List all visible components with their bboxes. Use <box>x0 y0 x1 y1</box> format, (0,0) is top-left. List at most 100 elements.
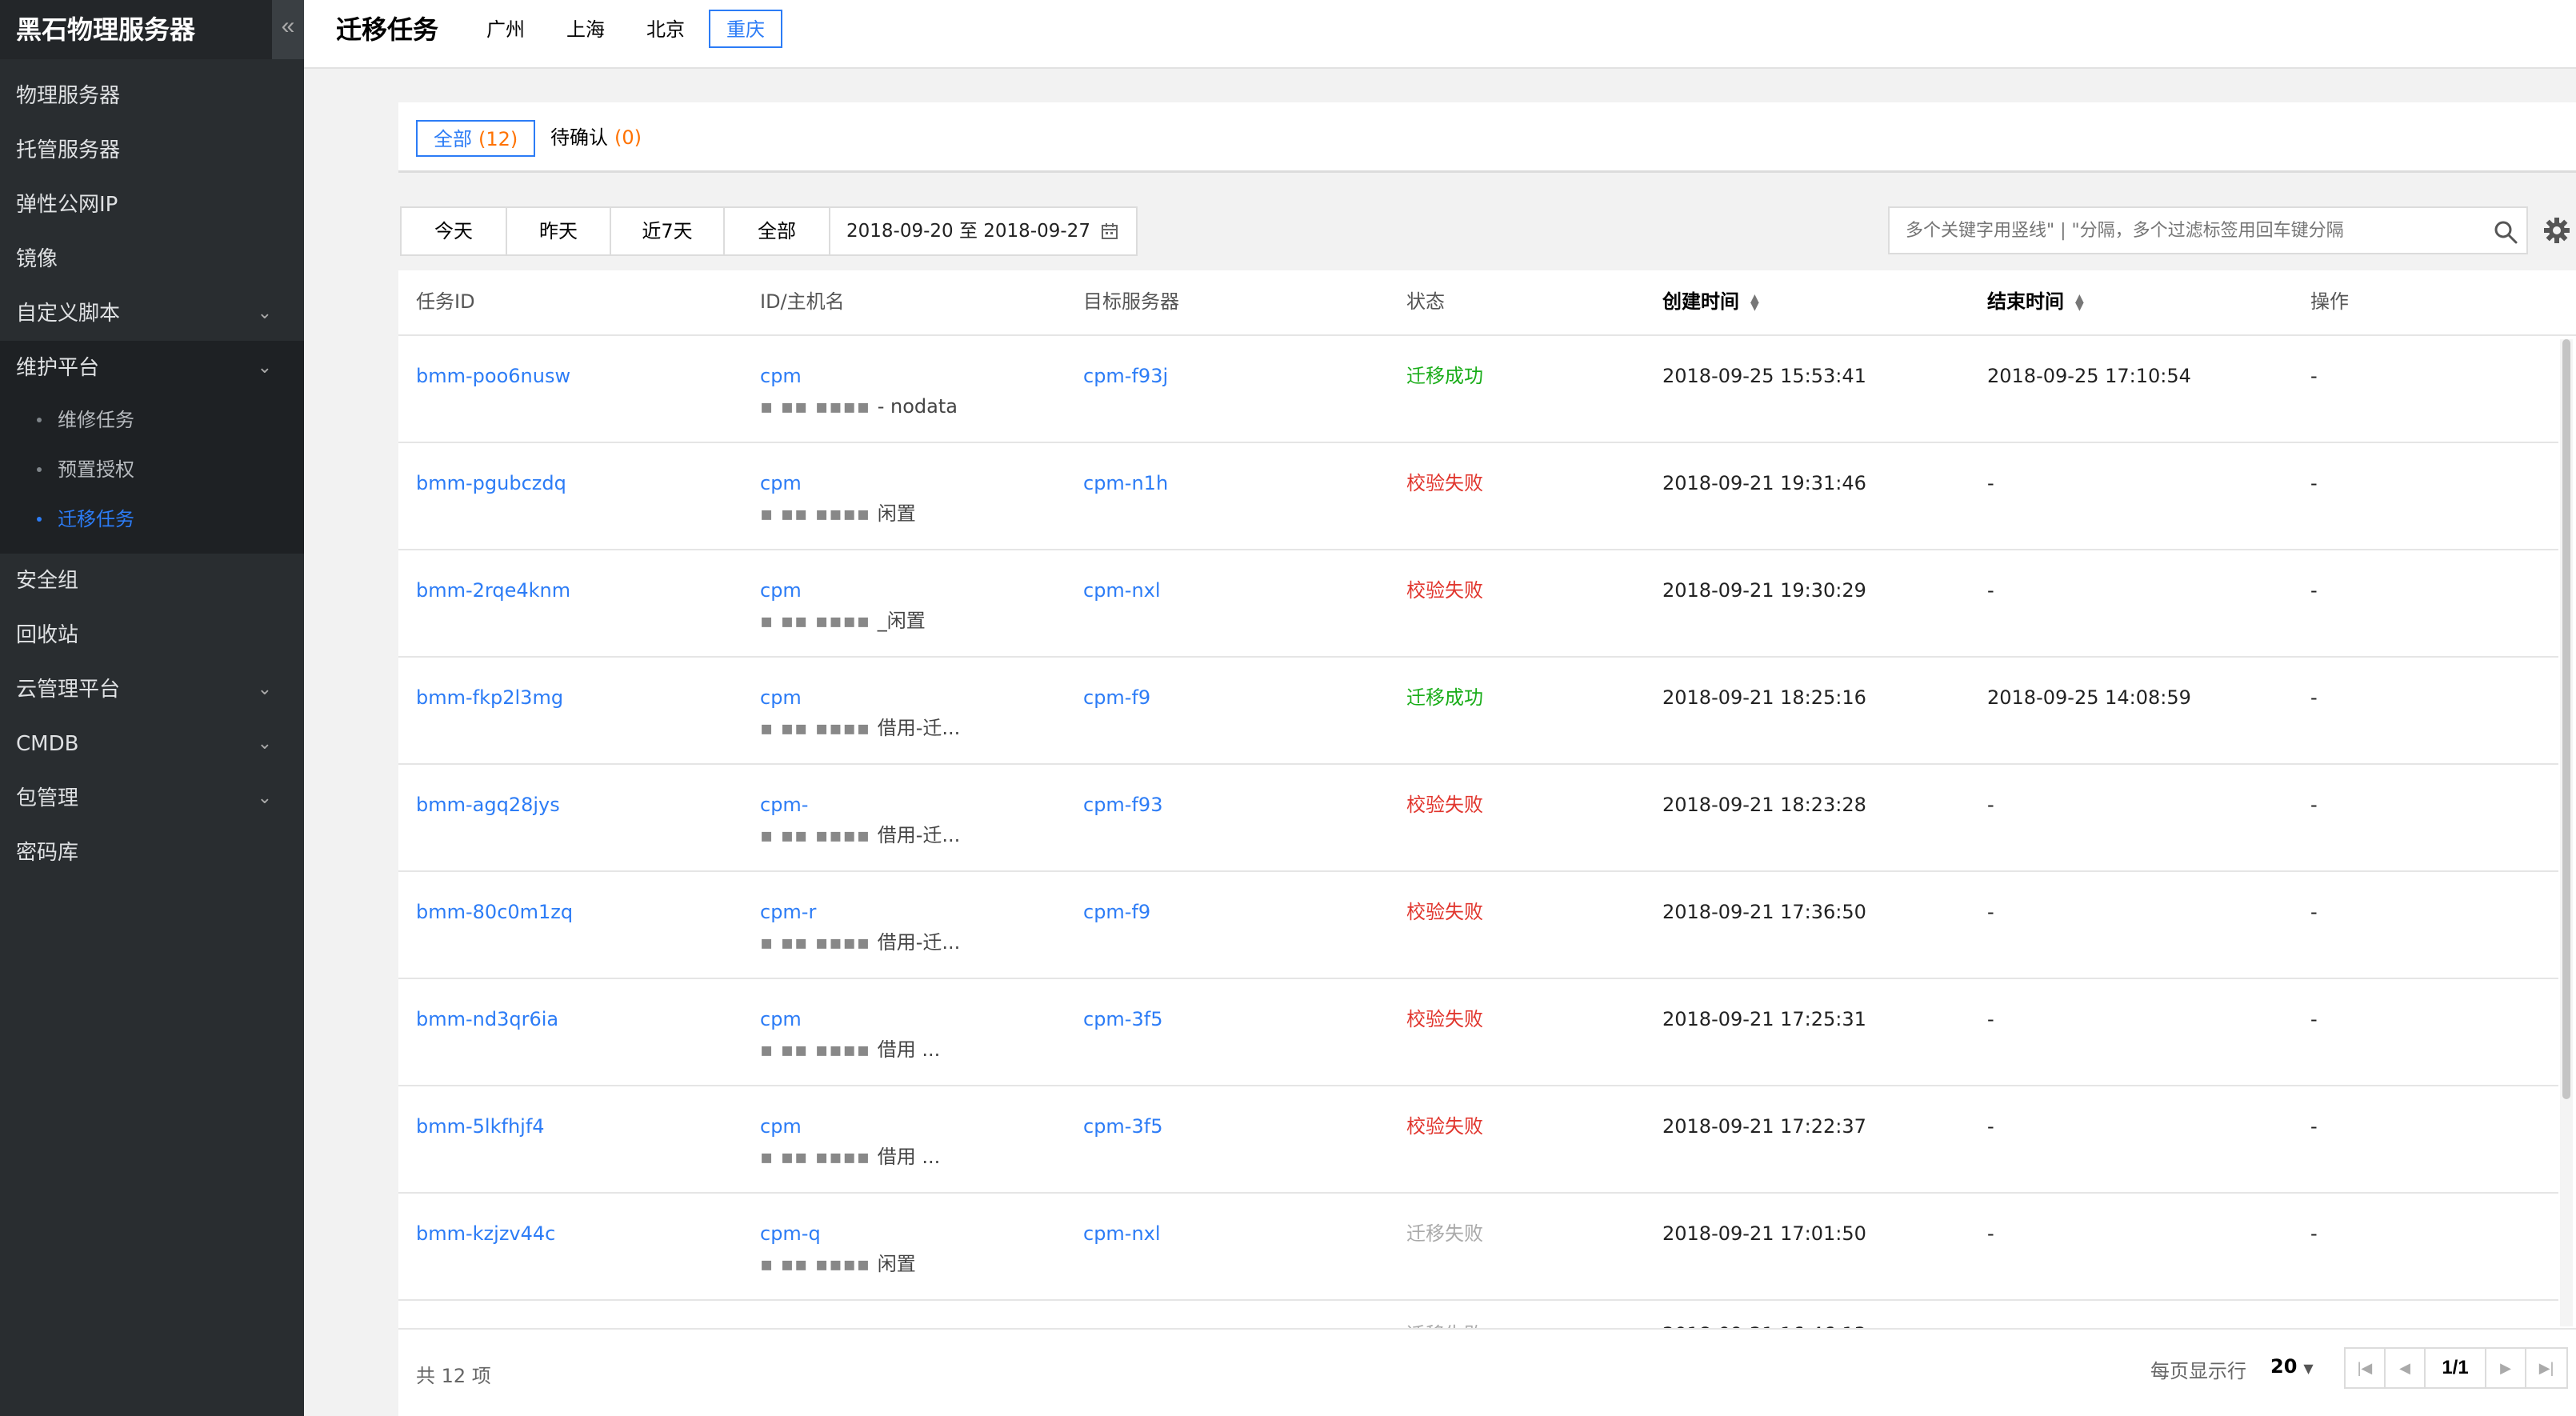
sidebar-item-elastic-ip[interactable]: 弹性公网IP <box>0 178 304 232</box>
hostname-text: 闲置 <box>760 501 916 526</box>
actions-cell: - <box>2310 1222 2318 1245</box>
sidebar-item-cmdb[interactable]: CMDB ⌄ <box>0 717 304 771</box>
chevron-down-icon: ⌄ <box>257 358 272 378</box>
sort-icon[interactable]: ▲ ▼ <box>1750 293 1759 312</box>
tab-label: 待确认 <box>550 126 608 149</box>
task-id-link[interactable]: bmm-5lkfhjf4 <box>416 1114 545 1139</box>
filter-yesterday-button[interactable]: 昨天 <box>507 208 611 254</box>
task-id-link[interactable]: bmm-poo6nusw <box>416 363 570 389</box>
instance-id-link[interactable]: cpm-r <box>760 901 816 923</box>
sidebar-item-label: CMDB <box>16 732 79 756</box>
id-hostname-cell: cpm _闲置 <box>760 578 926 634</box>
sidebar-submenu-maintenance: 维修任务 预置授权 迁移任务 <box>0 395 304 554</box>
target-server-link[interactable]: cpm-f9 <box>1083 685 1150 710</box>
date-filter-bar: 今天 昨天 近7天 全部 2018-09-20 至 2018-09-27 <box>400 206 1138 256</box>
id-hostname-cell: cpm - nodata <box>760 363 958 419</box>
filter-today-button[interactable]: 今天 <box>402 208 507 254</box>
first-page-icon[interactable]: |◀ <box>2346 1349 2386 1387</box>
tab-all[interactable]: 全部 (12) <box>416 120 536 157</box>
date-range-picker[interactable]: 2018-09-20 至 2018-09-27 <box>830 208 1136 254</box>
task-id-link[interactable]: bmm-80c0m1zq <box>416 899 573 925</box>
sidebar-item-package-management[interactable]: 包管理 ⌄ <box>0 771 304 826</box>
scrollbar-thumb[interactable] <box>2562 339 2570 1099</box>
tab-pending[interactable]: 待确认 (0) <box>534 120 658 157</box>
sidebar-item-images[interactable]: 镜像 <box>0 232 304 286</box>
search-input[interactable] <box>1890 208 2474 253</box>
sidebar-subitem-migration-tasks[interactable]: 迁移任务 <box>0 494 304 544</box>
page-size-select[interactable]: 20 ▼ <box>2270 1355 2314 1378</box>
instance-id-link[interactable]: cpm <box>760 579 802 602</box>
id-hostname-cell: cpm-q 闲置 <box>760 1221 916 1277</box>
sidebar-item-password-vault[interactable]: 密码库 <box>0 826 304 880</box>
page-header: 迁移任务 广州 上海 北京 重庆 <box>304 0 2576 69</box>
filter-last7days-button[interactable]: 近7天 <box>611 208 725 254</box>
next-page-icon[interactable]: ▶ <box>2486 1349 2526 1387</box>
instance-id-link[interactable]: cpm <box>760 1115 802 1138</box>
search-icon[interactable] <box>2493 219 2518 245</box>
id-hostname-cell: cpm 闲置 <box>760 470 916 526</box>
prev-page-icon[interactable]: ◀ <box>2386 1349 2426 1387</box>
created-time: 2018-09-21 17:22:37 <box>1662 1115 1866 1138</box>
task-id-link[interactable]: bmm-fkp2l3mg <box>416 685 563 710</box>
column-header-end-time[interactable]: 结束时间 ▲ ▼ <box>1987 270 2084 333</box>
task-id-link[interactable]: bmm-2rqe4knm <box>416 578 570 603</box>
sidebar-subitem-label: 预置授权 <box>58 458 134 481</box>
task-id-link[interactable]: bmm-kzjzv44c <box>416 1221 555 1246</box>
table-row: bmm-5lkfhjf4 cpm 借用 ... cpm-3f5 校验失败 2018… <box>398 1086 2558 1194</box>
target-server-link[interactable]: cpm-3f5 <box>1083 1114 1162 1139</box>
filter-all-button[interactable]: 全部 <box>725 208 830 254</box>
region-tab-beijing[interactable]: 北京 <box>629 10 702 48</box>
column-header-target-server: 目标服务器 <box>1083 290 1179 313</box>
sidebar-item-recycle-bin[interactable]: 回收站 <box>0 608 304 662</box>
bullet-icon <box>37 418 42 422</box>
collapse-sidebar-icon[interactable]: « <box>272 0 304 59</box>
end-time: 2018-09-25 14:08:59 <box>1987 686 2191 709</box>
target-server-link[interactable]: cpm-f9 <box>1083 899 1150 925</box>
sidebar-item-label: 镜像 <box>16 247 58 271</box>
sidebar-item-hosted-servers[interactable]: 托管服务器 <box>0 123 304 178</box>
brand-title: 黑石物理服务器 <box>0 0 272 59</box>
task-id-link[interactable]: bmm-nd3qr6ia <box>416 1006 558 1032</box>
target-server-link[interactable]: cpm-f93j <box>1083 363 1168 389</box>
end-time: - <box>1987 579 1994 602</box>
sidebar-item-maintenance[interactable]: 维护平台 ⌄ <box>0 341 304 395</box>
region-tab-guangzhou[interactable]: 广州 <box>469 10 542 48</box>
created-time: 2018-09-21 19:31:46 <box>1662 472 1866 494</box>
sidebar-item-custom-scripts[interactable]: 自定义脚本 ⌄ <box>0 286 304 341</box>
end-time: - <box>1987 794 1994 816</box>
target-server-link[interactable]: cpm-nxl <box>1083 578 1161 603</box>
instance-id-link[interactable]: cpm <box>760 365 802 387</box>
sidebar-item-cloud-management[interactable]: 云管理平台 ⌄ <box>0 662 304 717</box>
table-row: bmm-nd3qr6ia cpm 借用 ... cpm-3f5 校验失败 2018… <box>398 979 2558 1086</box>
gear-icon[interactable] <box>2542 216 2571 245</box>
task-id-link[interactable]: bmm-pgubczdq <box>416 470 566 496</box>
sort-icon[interactable]: ▲ ▼ <box>2075 293 2084 312</box>
instance-id-link[interactable]: cpm <box>760 686 802 709</box>
table-row: bmm-2rqe4knm cpm _闲置 cpm-nxl 校验失败 2018-09… <box>398 550 2558 658</box>
target-server-link[interactable]: cpm-nxl <box>1083 1221 1161 1246</box>
table-row: bmm-agq28jys cpm- 借用-迁... cpm-f93 校验失败 20… <box>398 765 2558 872</box>
region-tab-shanghai[interactable]: 上海 <box>549 10 622 48</box>
region-tab-chongqing[interactable]: 重庆 <box>709 10 782 48</box>
created-time: 2018-09-21 17:01:50 <box>1662 1222 1866 1245</box>
table-scrollbar[interactable] <box>2560 339 2573 1326</box>
sidebar-item-physical-servers[interactable]: 物理服务器 <box>0 69 304 123</box>
sidebar-item-label: 物理服务器 <box>16 84 121 108</box>
instance-id-link[interactable]: cpm- <box>760 794 808 816</box>
sidebar-subitem-preset-authorization[interactable]: 预置授权 <box>0 445 304 494</box>
column-header-created-time[interactable]: 创建时间 ▲ ▼ <box>1662 270 1759 333</box>
target-server-link[interactable]: cpm-3f5 <box>1083 1006 1162 1032</box>
target-server-link[interactable]: cpm-f93 <box>1083 792 1162 818</box>
status-text: 校验失败 <box>1406 901 1483 923</box>
instance-id-link[interactable]: cpm <box>760 472 802 494</box>
sidebar-subitem-repair-tasks[interactable]: 维修任务 <box>0 395 304 445</box>
instance-id-link[interactable]: cpm <box>760 1008 802 1030</box>
target-server-link[interactable]: cpm-n1h <box>1083 470 1168 496</box>
last-page-icon[interactable]: ▶| <box>2526 1349 2566 1387</box>
sidebar-item-security-groups[interactable]: 安全组 <box>0 554 304 608</box>
status-text: 迁移成功 <box>1406 365 1483 387</box>
task-id-link[interactable]: bmm-agq28jys <box>416 792 560 818</box>
hostname-text: 借用 ... <box>760 1144 941 1170</box>
instance-id-link[interactable]: cpm-q <box>760 1222 821 1245</box>
actions-cell: - <box>2310 365 2318 387</box>
